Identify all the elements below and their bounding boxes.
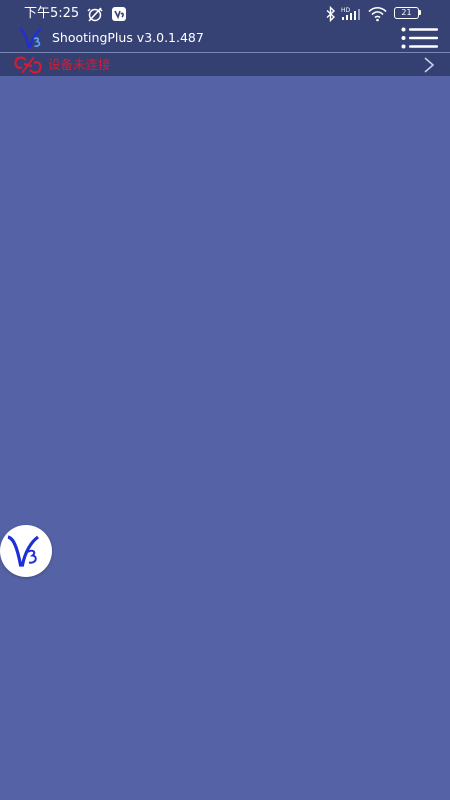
- app-screen: 下午5:25 HD 21 ShootingPlus v3.0.1.487 设备未…: [0, 0, 450, 800]
- battery-cap: [419, 10, 421, 15]
- app-title: ShootingPlus v3.0.1.487: [52, 30, 204, 45]
- floating-logo-button[interactable]: [0, 525, 52, 577]
- battery-icon: 21: [394, 7, 419, 19]
- battery-level: 21: [401, 8, 412, 17]
- top-bar: 下午5:25 HD 21 ShootingPlus v3.0.1.487: [0, 0, 450, 53]
- bluetooth-icon: [326, 6, 336, 22]
- hd-signal-icon: HD: [341, 7, 360, 20]
- wifi-icon: [368, 6, 387, 22]
- notification-app-icon: [112, 7, 126, 21]
- svg-text:HD: HD: [341, 7, 351, 14]
- chevron-right-icon: [424, 57, 435, 73]
- link-broken-icon: [14, 56, 42, 74]
- status-time: 下午5:25: [24, 6, 80, 21]
- hamburger-menu-icon: [401, 27, 438, 49]
- device-status-text: 设备未连接: [48, 57, 111, 72]
- alarm-off-icon: [87, 7, 103, 22]
- v3-logo-icon: [7, 535, 39, 567]
- menu-button[interactable]: [400, 26, 440, 50]
- v3-logo-icon: [19, 27, 42, 49]
- device-connection-bar[interactable]: 设备未连接: [0, 53, 450, 76]
- app-bar: ShootingPlus v3.0.1.487: [0, 24, 450, 52]
